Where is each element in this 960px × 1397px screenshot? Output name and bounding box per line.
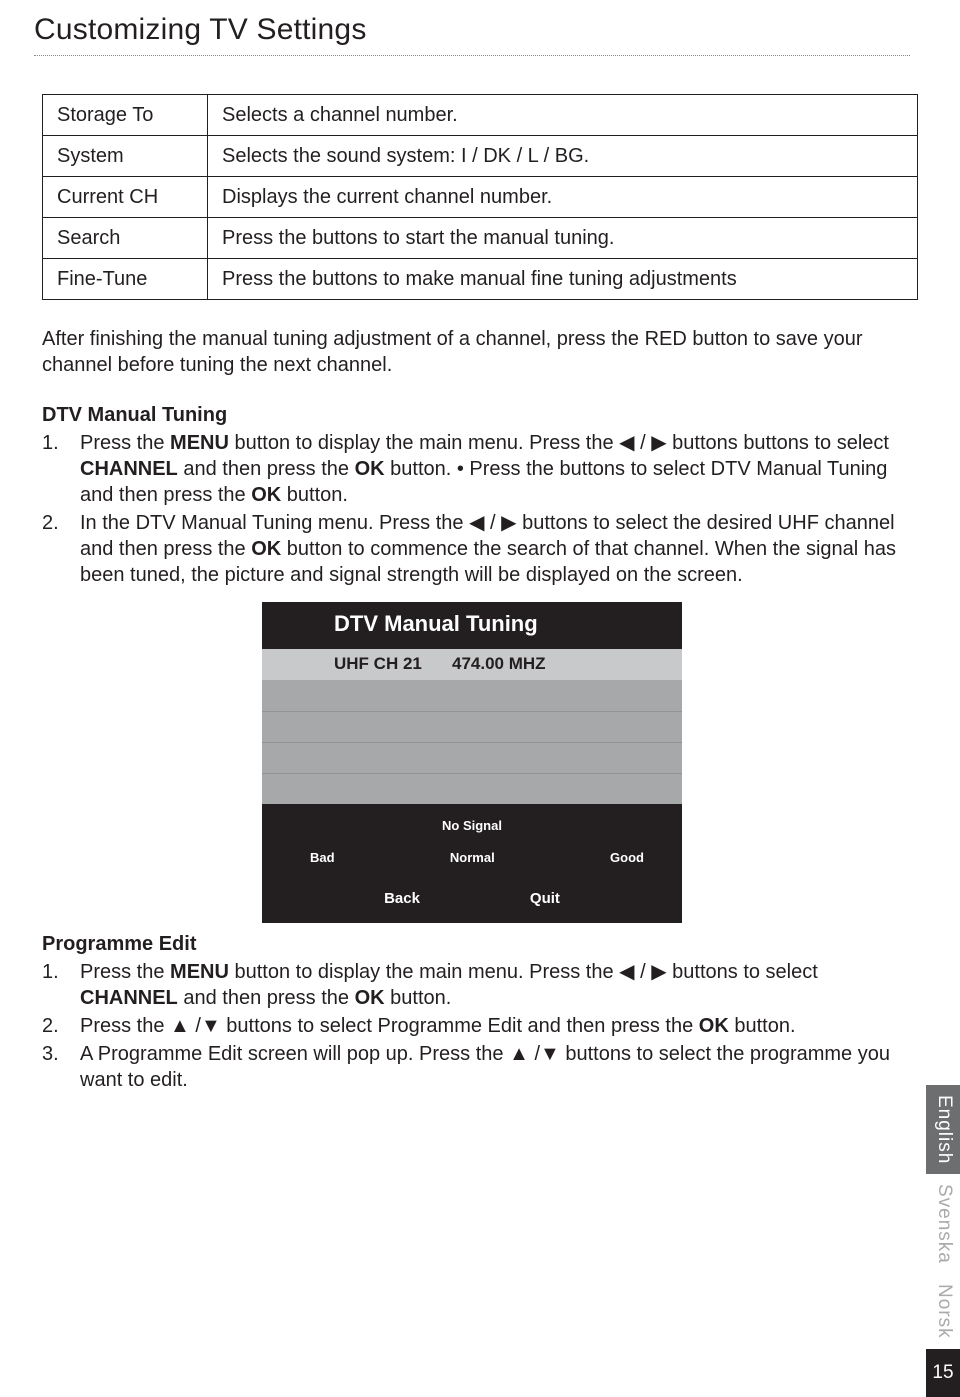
- osd-title: DTV Manual Tuning: [262, 602, 682, 649]
- language-tabs: English Svenska Norsk: [926, 1085, 960, 1349]
- table-row: Storage ToSelects a channel number.: [43, 95, 918, 136]
- left-right-icon: ◀ / ▶: [619, 961, 666, 983]
- page-title: Customizing TV Settings: [34, 10, 910, 49]
- list-item: 2. In the DTV Manual Tuning menu. Press …: [42, 510, 910, 588]
- osd-empty-row: [262, 773, 682, 804]
- osd-quit: Quit: [530, 889, 560, 909]
- page-number: 15: [926, 1349, 960, 1397]
- lang-tab-english[interactable]: English: [926, 1085, 960, 1174]
- list-item: 3. A Programme Edit screen will pop up. …: [42, 1041, 910, 1093]
- osd-no-signal: No Signal: [262, 818, 682, 835]
- table-row: SearchPress the buttons to start the man…: [43, 218, 918, 259]
- cell-val: Selects the sound system: I / DK / L / B…: [208, 136, 918, 177]
- cell-key: Fine-Tune: [43, 259, 208, 300]
- lang-tab-svenska[interactable]: Svenska: [926, 1174, 960, 1274]
- osd-channel-row: UHF CH 21 474.00 MHZ: [262, 649, 682, 680]
- cell-val: Displays the current channel number.: [208, 177, 918, 218]
- osd-empty-row: [262, 680, 682, 711]
- left-right-icon: ◀ / ▶: [619, 432, 666, 454]
- cell-key: Storage To: [43, 95, 208, 136]
- osd-back: Back: [384, 889, 420, 909]
- cell-val: Press the buttons to start the manual tu…: [208, 218, 918, 259]
- pe-heading: Programme Edit: [42, 931, 910, 957]
- osd-panel: DTV Manual Tuning UHF CH 21 474.00 MHZ N…: [262, 602, 682, 923]
- cell-val: Press the buttons to make manual fine tu…: [208, 259, 918, 300]
- table-row: SystemSelects the sound system: I / DK /…: [43, 136, 918, 177]
- settings-table: Storage ToSelects a channel number. Syst…: [42, 94, 918, 300]
- lang-tab-norsk[interactable]: Norsk: [926, 1274, 960, 1349]
- left-right-icon: ◀ / ▶: [469, 512, 516, 534]
- osd-empty-row: [262, 742, 682, 773]
- pe-steps: 1. Press the MENU button to display the …: [42, 959, 910, 1093]
- dtv-heading: DTV Manual Tuning: [42, 402, 910, 428]
- up-down-icon: ▲ /▼: [509, 1043, 560, 1065]
- dtv-steps: 1. Press the MENU button to display the …: [42, 430, 910, 588]
- cell-key: Current CH: [43, 177, 208, 218]
- osd-footer: No Signal Bad Normal Good Back Quit: [262, 804, 682, 923]
- up-down-icon: ▲ /▼: [170, 1015, 221, 1037]
- list-item: 1. Press the MENU button to display the …: [42, 430, 910, 508]
- cell-key: Search: [43, 218, 208, 259]
- list-item: 2. Press the ▲ /▼ buttons to select Prog…: [42, 1013, 910, 1039]
- list-item: 1. Press the MENU button to display the …: [42, 959, 910, 1011]
- after-note: After finishing the manual tuning adjust…: [42, 326, 910, 378]
- osd-scale-bad: Bad: [310, 850, 335, 867]
- osd-empty-row: [262, 711, 682, 742]
- osd-scale-normal: Normal: [450, 850, 495, 867]
- table-row: Current CHDisplays the current channel n…: [43, 177, 918, 218]
- osd-scale-good: Good: [610, 850, 644, 867]
- cell-key: System: [43, 136, 208, 177]
- cell-val: Selects a channel number.: [208, 95, 918, 136]
- divider: [34, 55, 910, 56]
- table-row: Fine-TunePress the buttons to make manua…: [43, 259, 918, 300]
